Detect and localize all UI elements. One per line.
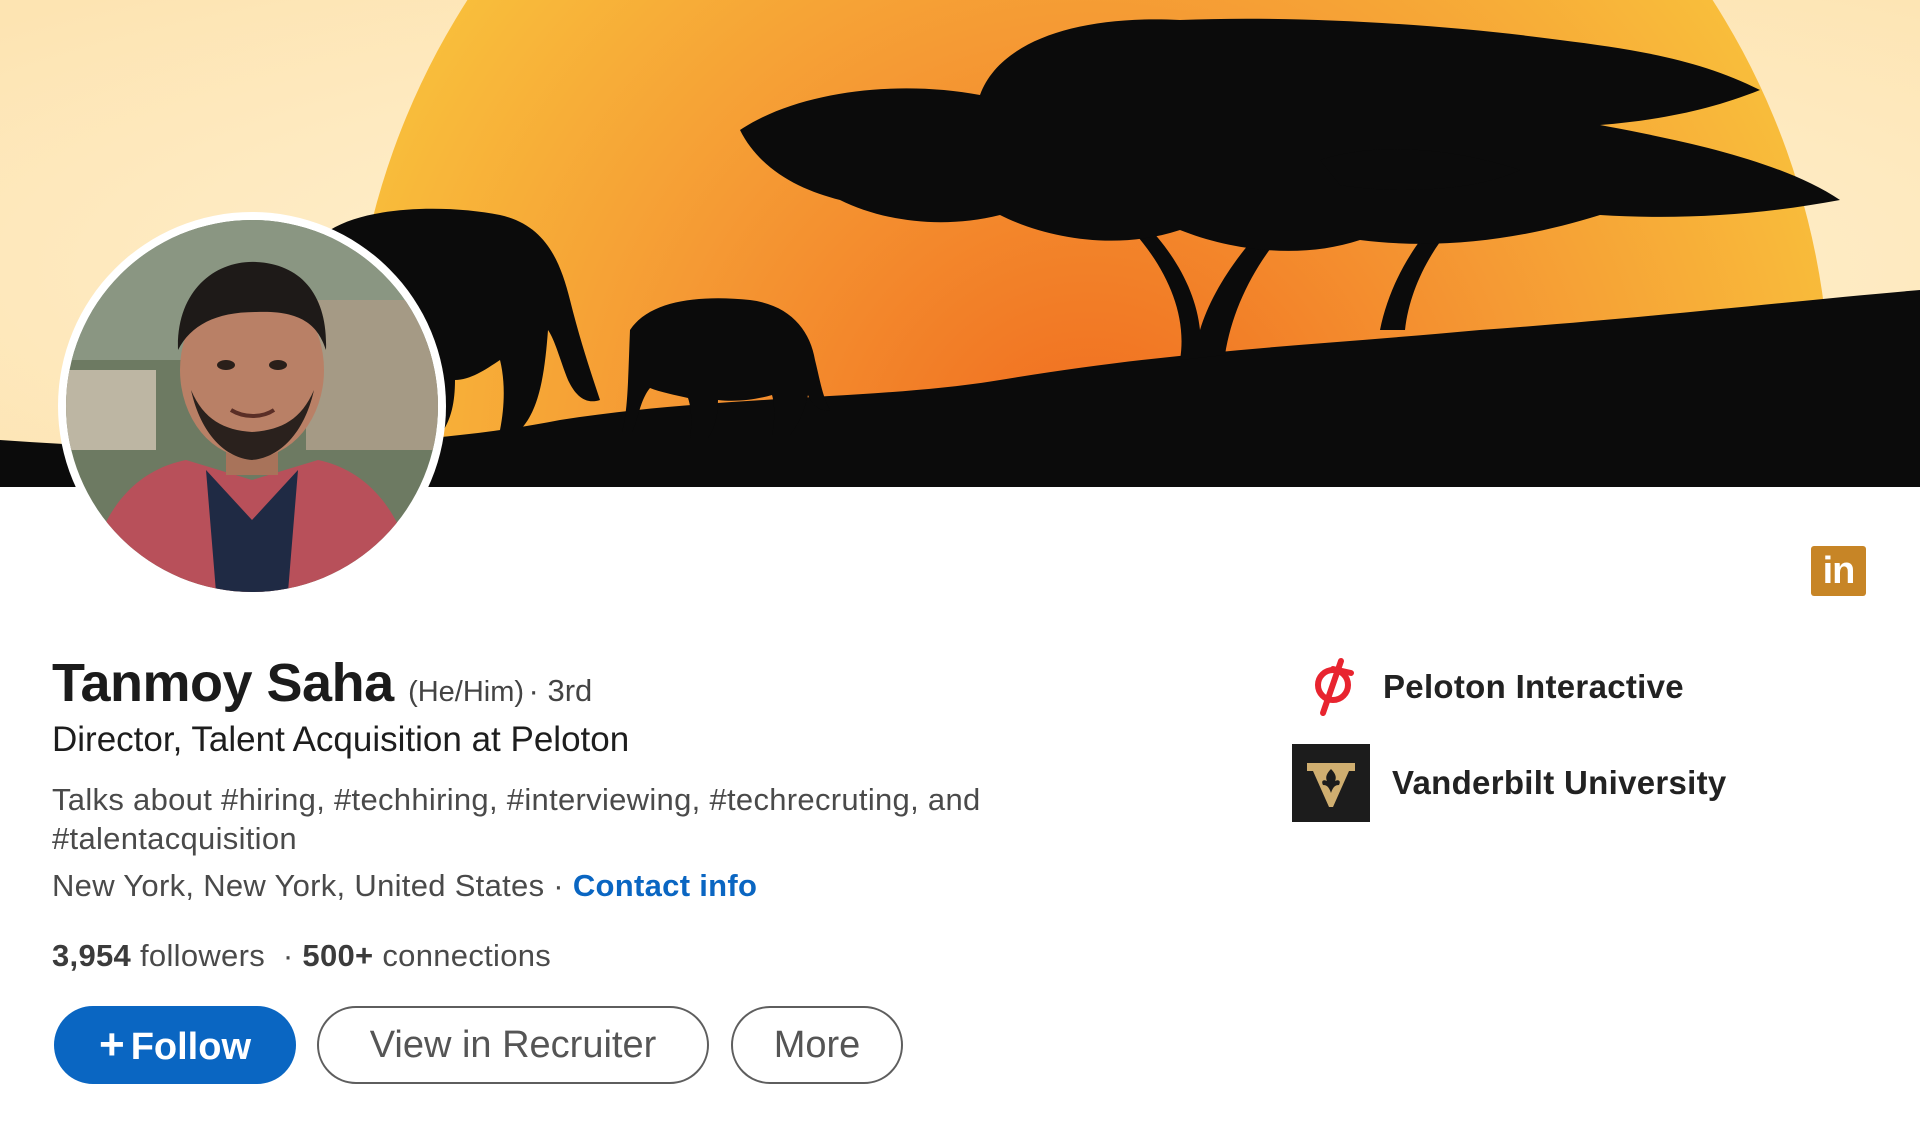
stats-line: 3,954 followers · 500+ connections xyxy=(52,938,551,974)
follow-label: Follow xyxy=(130,1026,251,1068)
org-name-vanderbilt: Vanderbilt University xyxy=(1392,764,1727,801)
pronouns: (He/Him) xyxy=(408,676,525,708)
org-name-peloton: Peloton Interactive xyxy=(1383,668,1684,705)
talks-about: Talks about #hiring, #techhiring, #inter… xyxy=(52,782,981,856)
followers-stat[interactable]: 3,954 followers xyxy=(52,938,265,973)
follow-button[interactable]: + Follow xyxy=(54,1006,296,1084)
linkedin-premium-icon[interactable]: in xyxy=(1811,546,1866,596)
peloton-logo-icon xyxy=(1305,652,1361,722)
connections-stat[interactable]: 500+ connections xyxy=(302,938,551,973)
connections-label: connections xyxy=(382,938,552,973)
avatar[interactable] xyxy=(58,212,446,600)
location: New York, New York, United States xyxy=(52,868,545,903)
profile-headline: Director, Talent Acquisition at Peloton xyxy=(52,720,630,759)
current-company-peloton[interactable]: Peloton Interactive xyxy=(1305,652,1684,722)
stat-separator: · xyxy=(282,938,294,973)
location-line: New York, New York, United States · Cont… xyxy=(52,868,757,904)
contact-info-link[interactable]: Contact info xyxy=(573,868,757,903)
plus-icon: + xyxy=(98,1020,125,1069)
profile-photo-icon xyxy=(66,220,438,592)
education-vanderbilt[interactable]: Vanderbilt University xyxy=(1292,744,1727,822)
profile-card: in Tanmoy Saha (He/Him) · 3rd Director, … xyxy=(0,0,1920,1148)
connections-count: 500+ xyxy=(302,938,374,973)
vanderbilt-logo-icon xyxy=(1292,744,1370,822)
view-in-recruiter-button[interactable]: View in Recruiter xyxy=(317,1006,709,1084)
connection-degree: · 3rd xyxy=(528,673,593,708)
separator-dot: · xyxy=(544,868,573,903)
followers-label: followers xyxy=(140,938,266,973)
more-button[interactable]: More xyxy=(731,1006,903,1084)
profile-name: Tanmoy Saha xyxy=(52,653,394,713)
name-line: Tanmoy Saha (He/Him) · 3rd xyxy=(52,652,592,714)
followers-count: 3,954 xyxy=(52,938,132,973)
